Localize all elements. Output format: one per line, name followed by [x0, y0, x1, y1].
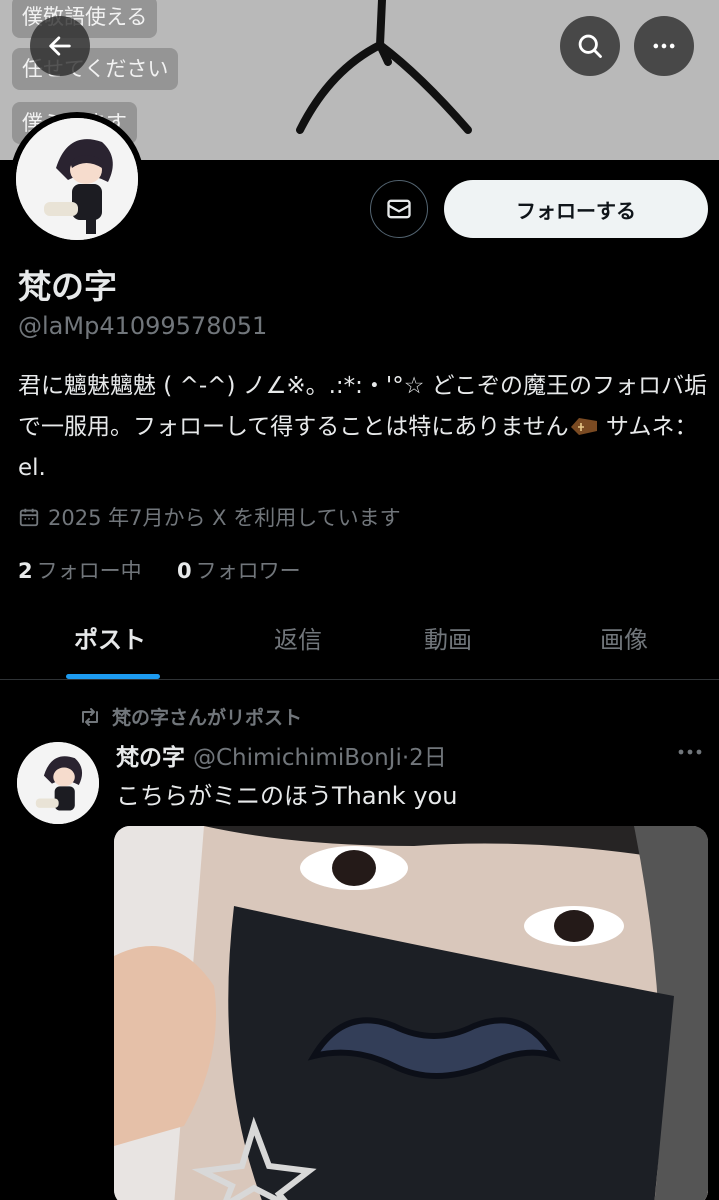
masked-face-photo	[114, 826, 708, 1200]
coffin-emoji-icon	[570, 418, 597, 435]
joined-date: 2025 年7月から X を利用しています	[18, 502, 401, 532]
following-link[interactable]: 2 フォロー中	[18, 559, 142, 583]
post-more-button[interactable]	[676, 742, 704, 766]
tab-videos[interactable]: 動画	[424, 620, 472, 655]
post-author-name[interactable]: 梵の字	[116, 745, 185, 771]
search-button[interactable]	[560, 16, 620, 76]
profile-bio: 君に魑魅魑魅 ( ^-^) ノ∠※。.:*:・'°☆ どこぞの魔王のフォロバ垢で…	[18, 366, 708, 489]
follow-stats: 2 フォロー中 0 フォロワー	[18, 555, 301, 585]
post-image[interactable]	[114, 826, 708, 1200]
tab-media[interactable]: 画像	[600, 620, 648, 655]
followers-link[interactable]: 0 フォロワー	[177, 559, 301, 583]
avatar-character-image	[16, 118, 138, 240]
tab-replies[interactable]: 返信	[274, 620, 322, 655]
more-horizontal-icon	[678, 749, 702, 755]
more-options-button[interactable]	[634, 16, 694, 76]
profile-avatar[interactable]	[10, 112, 144, 246]
post-author-avatar[interactable]	[17, 742, 99, 824]
followers-label: フォロワー	[195, 559, 301, 583]
following-count: 2	[18, 559, 33, 583]
post-text: こちらがミニのほうThank you	[116, 782, 458, 810]
repost-icon	[82, 707, 98, 726]
profile-tabs: ポスト 返信 動画 画像	[0, 600, 719, 680]
mail-icon	[387, 199, 411, 219]
followers-count: 0	[177, 559, 192, 583]
message-button[interactable]	[370, 180, 428, 238]
back-button[interactable]	[30, 16, 90, 76]
joined-text: 2025 年7月から X を利用しています	[48, 506, 401, 530]
post-header: 梵の字 @ChimichimiBonJi·2日	[116, 738, 447, 772]
profile-display-name: 梵の字	[18, 267, 117, 306]
repost-label: 梵の字さんがリポスト	[112, 707, 303, 729]
profile-handle: @laMp41099578051	[18, 312, 268, 340]
following-label: フォロー中	[36, 559, 142, 583]
follow-button[interactable]: フォローする	[444, 180, 708, 238]
more-horizontal-icon	[653, 43, 675, 49]
search-icon	[578, 34, 602, 58]
post-time[interactable]: 2日	[409, 745, 447, 771]
repost-indicator[interactable]: 梵の字さんがリポスト	[78, 703, 302, 730]
tab-posts[interactable]: ポスト	[74, 620, 146, 655]
calendar-icon	[19, 508, 39, 527]
active-tab-indicator	[66, 674, 160, 679]
arrow-left-icon	[49, 36, 71, 56]
avatar-character-image	[17, 742, 99, 824]
post-author-handle[interactable]: @ChimichimiBonJi	[193, 745, 402, 771]
